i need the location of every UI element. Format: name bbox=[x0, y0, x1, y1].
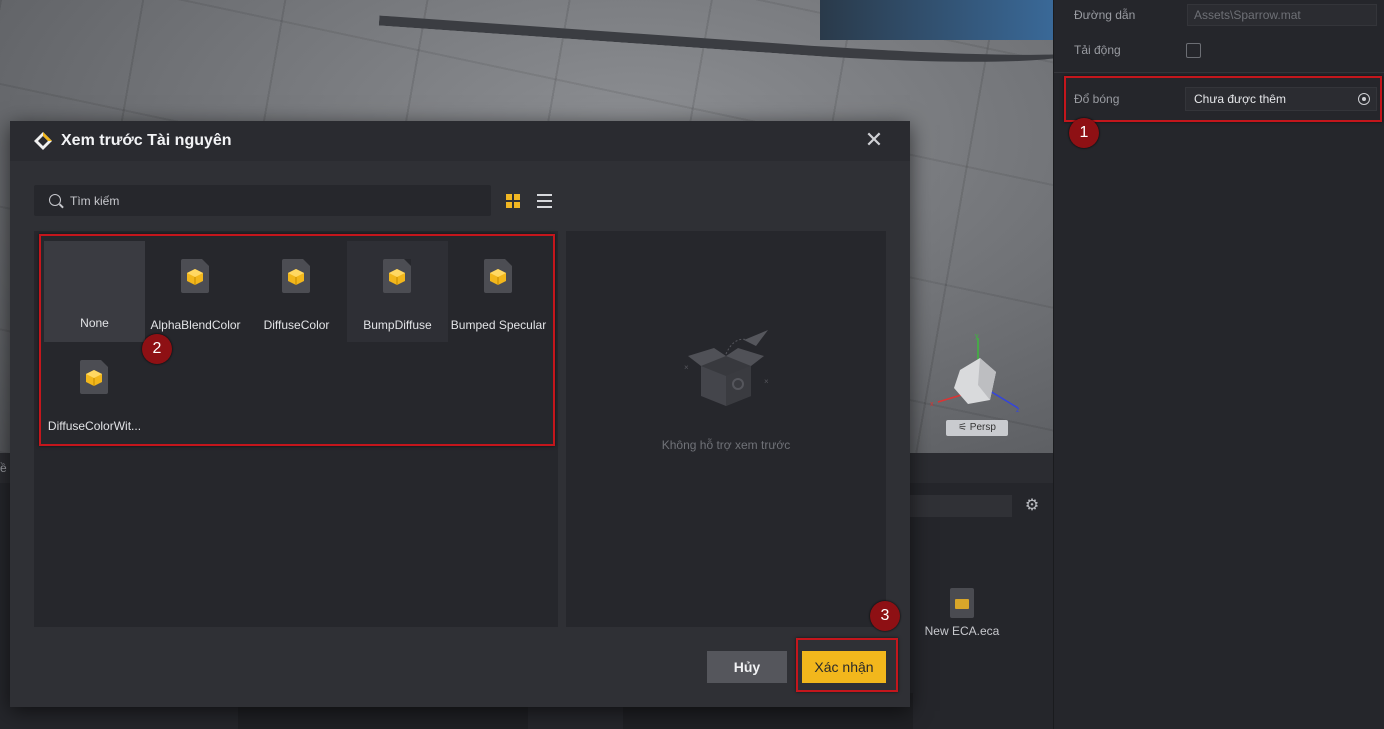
preview-empty-text: Không hỗ trợ xem trước bbox=[661, 438, 791, 452]
step-badge: 1 bbox=[1069, 118, 1099, 148]
autoload-checkbox[interactable] bbox=[1186, 43, 1201, 58]
preview-pane: × × Không hỗ trợ xem trước bbox=[566, 231, 886, 627]
grid-view-icon[interactable] bbox=[506, 194, 520, 208]
svg-text:y: y bbox=[975, 333, 979, 340]
autoload-row: Tải động bbox=[1054, 36, 1384, 64]
step-badge: 3 bbox=[870, 601, 900, 631]
gear-icon[interactable]: ⚙ bbox=[1023, 497, 1041, 515]
empty-box-icon: × × bbox=[684, 330, 769, 406]
list-view-icon[interactable] bbox=[537, 194, 552, 208]
app-logo-icon bbox=[34, 132, 52, 150]
step-badge: 2 bbox=[142, 334, 172, 364]
svg-text:x: x bbox=[930, 401, 934, 408]
asset-search[interactable] bbox=[34, 185, 491, 216]
divider bbox=[1054, 72, 1384, 73]
path-label: Đường dẫn bbox=[1074, 8, 1136, 22]
search-input[interactable] bbox=[70, 185, 480, 216]
dialog-header: Xem trước Tài nguyên ✕ bbox=[10, 121, 910, 161]
project-file-item[interactable]: New ECA.eca bbox=[920, 588, 1004, 638]
panel-tab-fragment: ề bbox=[0, 461, 7, 475]
project-file-name: New ECA.eca bbox=[924, 624, 1000, 638]
svg-text:×: × bbox=[684, 363, 689, 372]
search-icon bbox=[49, 194, 61, 206]
autoload-label: Tải động bbox=[1074, 43, 1121, 57]
scene-rail-glow bbox=[820, 0, 1053, 40]
persp-toggle[interactable]: ⚟ Persp bbox=[946, 420, 1008, 436]
eca-file-icon bbox=[950, 588, 974, 618]
dialog-title: Xem trước Tài nguyên bbox=[61, 132, 232, 149]
highlight-asset-grid bbox=[39, 234, 555, 446]
project-search-input[interactable] bbox=[905, 495, 1012, 517]
highlight-shadow-field bbox=[1064, 76, 1382, 122]
svg-text:×: × bbox=[764, 377, 769, 386]
cancel-button[interactable]: Hủy bbox=[707, 651, 787, 683]
svg-text:z: z bbox=[1016, 407, 1020, 414]
path-row: Đường dẫn Assets\Sparrow.mat bbox=[1054, 1, 1384, 29]
highlight-confirm-button bbox=[796, 638, 898, 692]
close-icon[interactable]: ✕ bbox=[863, 129, 885, 151]
path-field: Assets\Sparrow.mat bbox=[1187, 4, 1377, 26]
